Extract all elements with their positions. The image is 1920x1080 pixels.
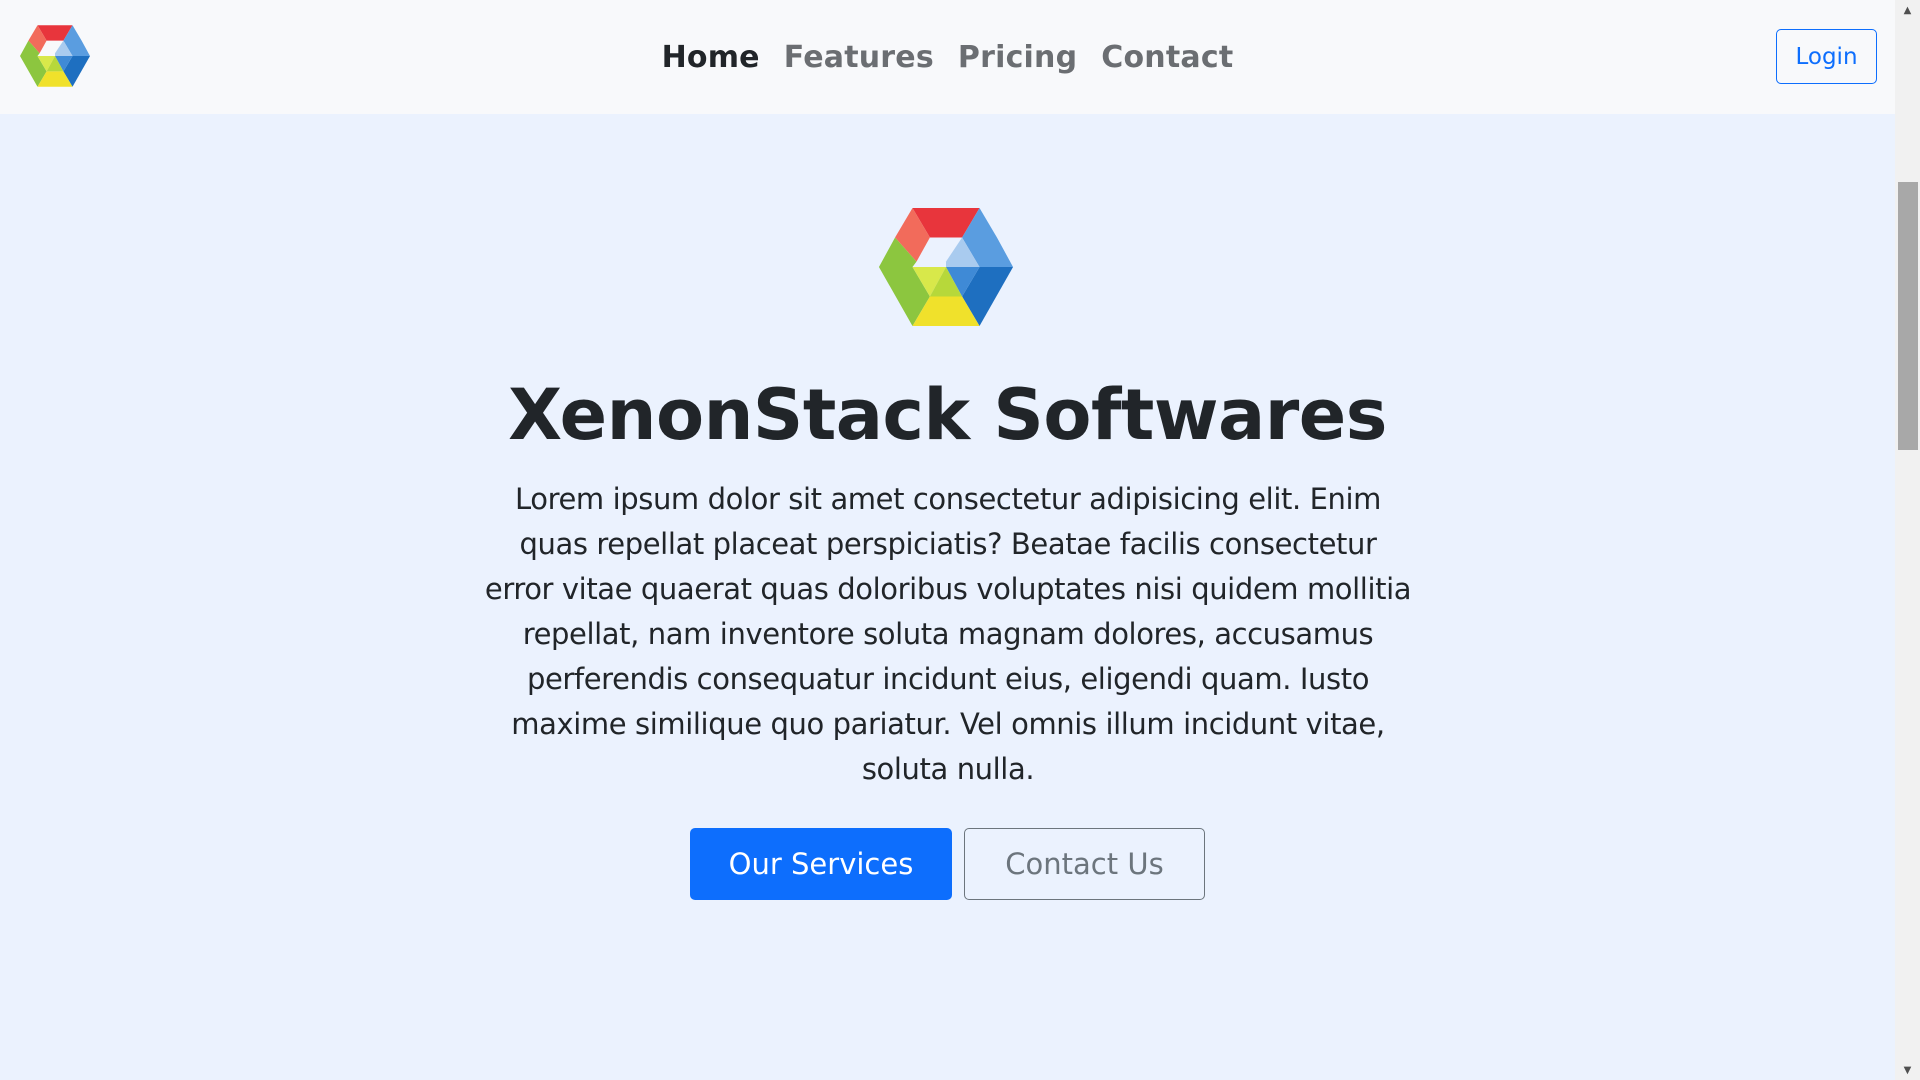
page: Home Features Pricing Contact Login Xeno… — [0, 0, 1920, 1080]
nav-link-contact[interactable]: Contact — [1101, 40, 1233, 75]
vertical-scrollbar[interactable]: ▲ ▼ — [1895, 0, 1920, 1080]
scroll-down-arrow-icon[interactable]: ▼ — [1895, 1060, 1920, 1080]
nav-link-home[interactable]: Home — [662, 40, 760, 75]
scroll-up-arrow-icon[interactable]: ▲ — [1895, 0, 1920, 20]
hero-title: XenonStack Softwares — [508, 374, 1387, 456]
contact-us-button[interactable]: Contact Us — [964, 828, 1205, 900]
hexagon-logo-icon[interactable] — [20, 25, 90, 87]
our-services-button[interactable]: Our Services — [690, 828, 952, 900]
navbar: Home Features Pricing Contact Login — [0, 0, 1895, 114]
nav-links: Home Features Pricing Contact — [0, 0, 1895, 114]
hero-description: Lorem ipsum dolor sit amet consectetur a… — [484, 482, 1412, 786]
hexagon-logo-icon — [878, 208, 1014, 326]
login-button[interactable]: Login — [1776, 29, 1877, 84]
nav-link-features[interactable]: Features — [784, 40, 934, 75]
scrollbar-thumb[interactable] — [1898, 182, 1918, 450]
hero-button-group: Our Services Contact Us — [0, 828, 1895, 900]
hero-section: XenonStack Softwares Lorem ipsum dolor s… — [0, 114, 1895, 1080]
nav-link-pricing[interactable]: Pricing — [958, 40, 1077, 75]
